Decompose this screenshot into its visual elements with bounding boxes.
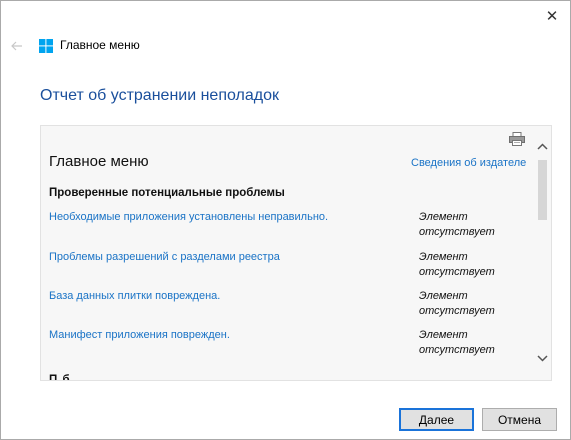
next-accelerator: Д <box>418 412 428 427</box>
cut-off-section-heading: П б <box>49 374 71 381</box>
issue-status: Элемент отсутствует <box>419 328 519 358</box>
status-line: Элемент <box>419 290 468 302</box>
close-icon: ✕ <box>545 8 559 25</box>
issue-status: Элемент отсутствует <box>419 210 519 240</box>
section-heading: Проверенные потенциальные проблемы <box>49 187 285 199</box>
status-line: отсутствует <box>419 344 495 356</box>
status-line: отсутствует <box>419 305 495 317</box>
issue-link[interactable]: Проблемы разрешений с разделами реестра <box>49 251 280 263</box>
chevron-up-icon <box>537 142 548 150</box>
report-scrollbar[interactable] <box>534 126 551 380</box>
scroll-down-button[interactable] <box>534 350 551 366</box>
status-line: отсутствует <box>419 266 495 278</box>
back-button[interactable] <box>9 36 25 56</box>
issue-link[interactable]: Манифест приложения поврежден. <box>49 329 230 341</box>
windows-logo-icon <box>39 39 53 53</box>
window-title: Главное меню <box>60 38 140 52</box>
scroll-up-button[interactable] <box>534 138 551 154</box>
issue-link[interactable]: База данных плитки повреждена. <box>49 290 220 302</box>
scroll-thumb[interactable] <box>538 160 547 220</box>
troubleshooter-window: ✕ Главное меню Отчет об устранении непол… <box>0 0 571 440</box>
close-button[interactable]: ✕ <box>540 5 564 27</box>
print-icon[interactable] <box>509 132 525 146</box>
issue-link[interactable]: Необходимые приложения установлены непра… <box>49 211 328 223</box>
chevron-down-icon <box>537 354 548 362</box>
next-label: алее <box>427 412 455 427</box>
page-title: Отчет об устранении неполадок <box>40 87 280 104</box>
publisher-details-link[interactable]: Сведения об издателе <box>411 157 526 169</box>
status-line: отсутствует <box>419 226 495 238</box>
next-button[interactable]: Далее <box>399 408 474 431</box>
back-arrow-icon <box>11 41 22 51</box>
report-panel: Главное меню Сведения об издателе Провер… <box>40 125 552 381</box>
status-line: Элемент <box>419 211 468 223</box>
status-line: Элемент <box>419 251 468 263</box>
issue-status: Элемент отсутствует <box>419 250 519 280</box>
status-line: Элемент <box>419 329 468 341</box>
report-title: Главное меню <box>49 153 149 170</box>
cancel-button[interactable]: Отмена <box>482 408 557 431</box>
issue-status: Элемент отсутствует <box>419 289 519 319</box>
